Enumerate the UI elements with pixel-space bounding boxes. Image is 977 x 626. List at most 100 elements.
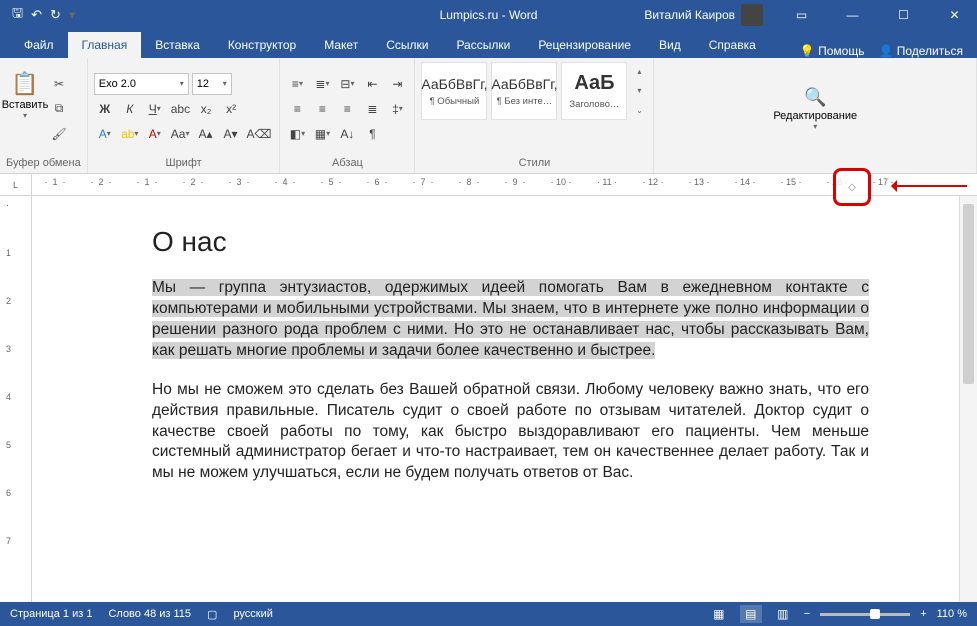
close-icon[interactable]: ✕ bbox=[932, 0, 977, 30]
style-normal[interactable]: АаБбВвГг, ¶ Обычный bbox=[421, 62, 487, 120]
share-button[interactable]: 👤 Поделиться bbox=[878, 44, 963, 58]
styles-more-icon[interactable]: ⌄ bbox=[631, 106, 647, 115]
font-color-button[interactable]: A ▾ bbox=[144, 123, 166, 145]
subscript-button[interactable]: x₂ bbox=[195, 98, 217, 120]
highlight-button[interactable]: ab ▾ bbox=[119, 123, 141, 145]
redo-icon[interactable]: ↻ bbox=[50, 7, 61, 23]
shading-button[interactable]: ◧ ▾ bbox=[286, 123, 308, 145]
shrink-font-button[interactable]: A▾ bbox=[219, 123, 241, 145]
group-label-clipboard: Буфер обмена bbox=[6, 155, 81, 171]
tab-insert[interactable]: Вставка bbox=[141, 32, 214, 58]
workspace: ·1234567 О нас Мы — группа энтузиастов, … bbox=[0, 196, 977, 602]
autosave-icon[interactable]: 🖫 bbox=[12, 4, 23, 26]
underline-button[interactable]: Ч ▾ bbox=[144, 98, 166, 120]
editing-button[interactable]: 🔍 Редактирование ▾ bbox=[770, 62, 860, 155]
ruler-horizontal[interactable]: L · 1 ·· 2 ·· 1 · · 2 ·· 3 ·· 4 · · 5 ··… bbox=[0, 174, 977, 196]
multilevel-button[interactable]: ⊟ ▾ bbox=[336, 73, 358, 95]
show-hide-marks-button[interactable]: ¶ bbox=[361, 123, 383, 145]
bold-button[interactable]: Ж bbox=[94, 98, 116, 120]
qat-dropdown-icon[interactable]: ▾ bbox=[69, 7, 76, 23]
line-spacing-button[interactable]: ‡ ▾ bbox=[386, 98, 408, 120]
tab-selector[interactable]: L bbox=[0, 174, 32, 195]
superscript-button[interactable]: x² bbox=[220, 98, 242, 120]
text-effects-button[interactable]: A ▾ bbox=[94, 123, 116, 145]
avatar bbox=[741, 4, 763, 26]
style-heading1[interactable]: АаБ Заголово… bbox=[561, 62, 627, 120]
borders-button[interactable]: ▦ ▾ bbox=[311, 123, 333, 145]
font-size-input[interactable]: 12▾ bbox=[192, 73, 232, 95]
styles-down-icon[interactable]: ▾ bbox=[631, 86, 647, 95]
search-icon: 🔍 bbox=[804, 87, 826, 108]
help-button[interactable]: 💡 Помощь bbox=[800, 44, 865, 58]
user-account[interactable]: Виталий Каиров bbox=[644, 4, 763, 26]
tab-review[interactable]: Рецензирование bbox=[524, 32, 645, 58]
style-no-spacing[interactable]: АаБбВвГг, ¶ Без инте… bbox=[491, 62, 557, 120]
zoom-out-button[interactable]: − bbox=[804, 608, 810, 620]
group-clipboard: 📋 Вставить ▾ ✂ ⧉ 🖌 Буфер обмена bbox=[0, 58, 88, 173]
align-center-button[interactable]: ≡ bbox=[311, 98, 333, 120]
align-right-button[interactable]: ≡ bbox=[336, 98, 358, 120]
sort-button[interactable]: A↓ bbox=[336, 123, 358, 145]
document-page[interactable]: О нас Мы — группа энтузиастов, одержимых… bbox=[32, 196, 959, 602]
paste-button[interactable]: 📋 Вставить ▾ bbox=[6, 62, 44, 128]
tab-references[interactable]: Ссылки bbox=[372, 32, 442, 58]
ribbon-display-icon[interactable]: ▭ bbox=[779, 0, 824, 30]
right-indent-marker-highlight[interactable]: ◇ bbox=[833, 168, 871, 206]
status-proofing-icon[interactable]: ▢ bbox=[207, 608, 217, 621]
group-paragraph: ≡ ▾ ≣ ▾ ⊟ ▾ ⇤ ⇥ ≡ ≡ ≡ ≣ ‡ ▾ ◧ ▾ ▦ ▾ A↓ ¶… bbox=[280, 58, 415, 173]
tab-help[interactable]: Справка bbox=[695, 32, 770, 58]
increase-indent-button[interactable]: ⇥ bbox=[386, 73, 408, 95]
styles-scroll[interactable]: ▴ ▾ ⌄ bbox=[631, 62, 647, 120]
doc-heading[interactable]: О нас bbox=[152, 226, 869, 258]
zoom-slider[interactable] bbox=[820, 613, 910, 616]
numbering-button[interactable]: ≣ ▾ bbox=[311, 73, 333, 95]
view-web-icon[interactable]: ▥ bbox=[772, 605, 794, 623]
align-left-button[interactable]: ≡ bbox=[286, 98, 308, 120]
ruler-vertical[interactable]: ·1234567 bbox=[0, 196, 32, 602]
status-words[interactable]: Слово 48 из 115 bbox=[108, 608, 191, 620]
titlebar: 🖫 ↶ ↻ ▾ Lumpics.ru - Word Виталий Каиров… bbox=[0, 0, 977, 30]
zoom-level[interactable]: 110 % bbox=[937, 608, 967, 620]
maximize-icon[interactable]: ☐ bbox=[881, 0, 926, 30]
group-font: Exo 2.0▾ 12▾ Ж К Ч ▾ abc x₂ x² A ▾ ab ▾ … bbox=[88, 58, 281, 173]
tab-mailings[interactable]: Рассылки bbox=[442, 32, 524, 58]
tab-home[interactable]: Главная bbox=[68, 32, 142, 58]
cut-icon[interactable]: ✂ bbox=[48, 73, 70, 95]
view-read-icon[interactable]: ▦ bbox=[708, 605, 730, 623]
copy-icon[interactable]: ⧉ bbox=[48, 98, 70, 120]
user-name: Виталий Каиров bbox=[644, 8, 735, 22]
undo-icon[interactable]: ↶ bbox=[31, 7, 42, 23]
tab-layout[interactable]: Макет bbox=[310, 32, 372, 58]
tab-view[interactable]: Вид bbox=[645, 32, 695, 58]
group-label-styles: Стили bbox=[421, 155, 647, 171]
format-painter-icon[interactable]: 🖌 bbox=[48, 123, 70, 145]
status-page[interactable]: Страница 1 из 1 bbox=[10, 608, 92, 620]
strikethrough-button[interactable]: abc bbox=[169, 98, 192, 120]
styles-up-icon[interactable]: ▴ bbox=[631, 67, 647, 76]
minimize-icon[interactable]: — bbox=[830, 0, 875, 30]
font-name-input[interactable]: Exo 2.0▾ bbox=[94, 73, 189, 95]
clear-format-button[interactable]: A⌫ bbox=[244, 123, 273, 145]
statusbar: Страница 1 из 1 Слово 48 из 115 ▢ русски… bbox=[0, 602, 977, 626]
scrollbar-thumb[interactable] bbox=[963, 204, 974, 384]
tab-file[interactable]: Файл bbox=[10, 32, 68, 58]
vertical-scrollbar[interactable] bbox=[959, 196, 977, 602]
italic-button[interactable]: К bbox=[119, 98, 141, 120]
bullets-button[interactable]: ≡ ▾ bbox=[286, 73, 308, 95]
change-case-button[interactable]: Aa ▾ bbox=[169, 123, 192, 145]
decrease-indent-button[interactable]: ⇤ bbox=[361, 73, 383, 95]
grow-font-button[interactable]: A▴ bbox=[194, 123, 216, 145]
status-language[interactable]: русский bbox=[233, 608, 272, 620]
justify-button[interactable]: ≣ bbox=[361, 98, 383, 120]
paste-icon: 📋 bbox=[11, 71, 38, 97]
zoom-in-button[interactable]: + bbox=[920, 608, 926, 620]
view-print-icon[interactable]: ▤ bbox=[740, 605, 762, 623]
doc-paragraph-2[interactable]: Но мы не сможем это сделать без Вашей об… bbox=[152, 380, 869, 485]
doc-paragraph-1[interactable]: Мы — группа энтузиастов, одержимых идеей… bbox=[152, 278, 869, 362]
group-label-paragraph: Абзац bbox=[286, 155, 408, 171]
group-label-font: Шрифт bbox=[94, 155, 274, 171]
ribbon: 📋 Вставить ▾ ✂ ⧉ 🖌 Буфер обмена Exo 2.0▾… bbox=[0, 58, 977, 174]
tab-design[interactable]: Конструктор bbox=[214, 32, 310, 58]
annotation-arrow-icon bbox=[877, 180, 967, 192]
window-title: Lumpics.ru - Word bbox=[440, 8, 538, 22]
